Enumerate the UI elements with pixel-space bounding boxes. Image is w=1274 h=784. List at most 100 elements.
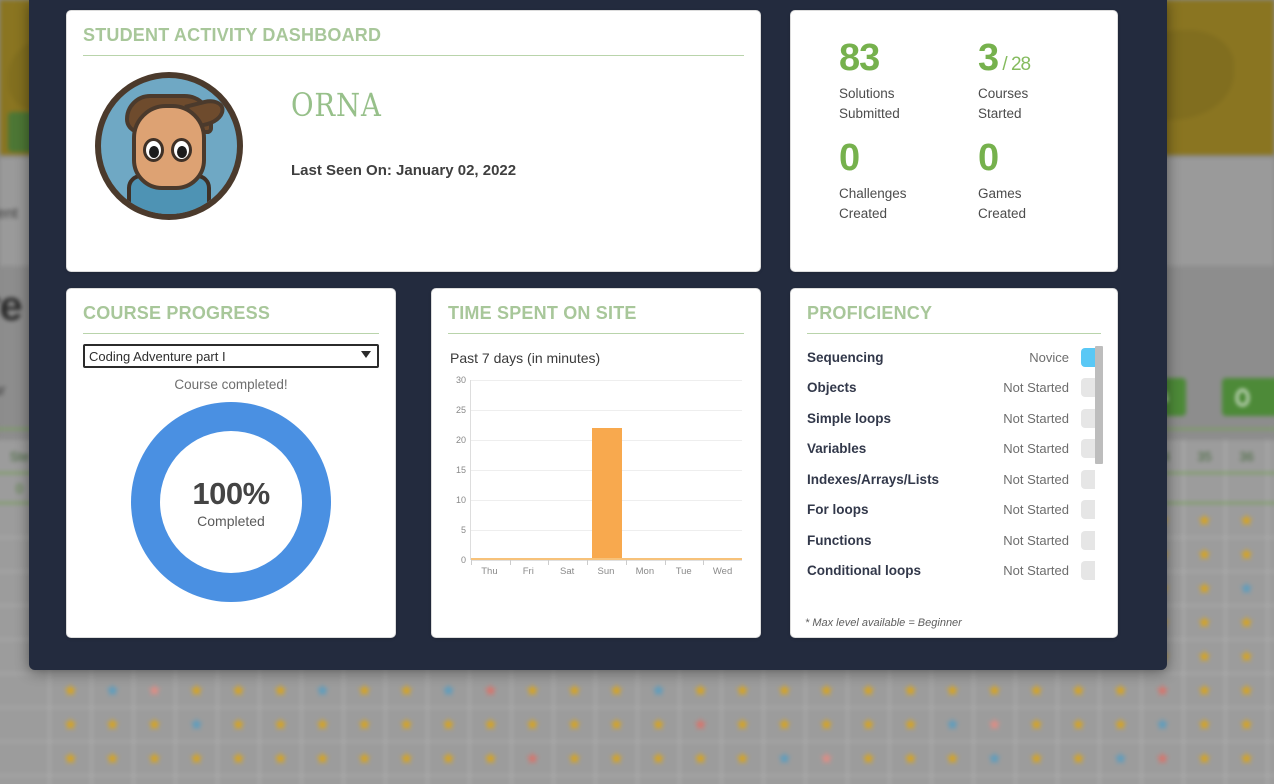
- background-nav-fragment: rent: [0, 205, 18, 222]
- chart-bar-column[interactable]: [625, 380, 665, 565]
- stat-value: 0: [839, 137, 860, 180]
- stat-denominator: / 28: [998, 54, 1031, 75]
- chart-bar-column[interactable]: [548, 380, 587, 565]
- proficiency-skill-name: Functions: [807, 532, 872, 548]
- proficiency-row: Indexes/Arrays/Lists Not Started: [807, 464, 1103, 495]
- time-spent-chart: 0 5 10 15 20 25 30 Thu Fri Sat Sun Mon Tue Wed: [444, 375, 748, 590]
- stat-value: 83: [839, 37, 880, 79]
- proficiency-note: * Max level available = Beginner: [805, 617, 962, 629]
- proficiency-level: Not Started: [1003, 532, 1069, 548]
- chart-x-tick-mark: [625, 560, 627, 565]
- proficiency-card: PROFICIENCY Sequencing Novice Objects Not S…: [790, 288, 1118, 638]
- student-name: ORNA: [291, 86, 382, 124]
- proficiency-skill-name: Sequencing: [807, 349, 884, 365]
- avatar-mouth: [180, 208, 214, 214]
- proficiency-skill-name: Simple loops: [807, 410, 892, 426]
- chart-x-tick-mark: [587, 560, 589, 565]
- chart-bar-column[interactable]: [664, 380, 704, 565]
- stat-label: Games Created: [978, 186, 1027, 221]
- chart-y-tick: 20: [455, 435, 466, 445]
- chart-x-tick-mark: [548, 560, 550, 565]
- stat-item: 0 Games Created: [978, 139, 1117, 223]
- chart-x-tick: Wed: [712, 566, 733, 577]
- course-progress-title: COURSE PROGRESS: [83, 303, 271, 323]
- chart-y-tick: 10: [455, 495, 466, 505]
- proficiency-row: Sequencing Novice: [807, 342, 1103, 373]
- proficiency-title: PROFICIENCY: [807, 303, 933, 323]
- student-activity-card: STUDENT ACTIVITY DASHBOARD ORNA Last See…: [66, 10, 761, 272]
- proficiency-skill-name: For loops: [807, 502, 869, 518]
- chart-gridline: [471, 560, 742, 561]
- course-progress-donut: 100% Completed: [131, 402, 331, 602]
- chart-caption: Past 7 days (in minutes): [450, 350, 601, 366]
- proficiency-row: For loops Not Started: [807, 495, 1103, 526]
- chart-y-tick: 0: [460, 555, 466, 565]
- chart-bar-column[interactable]: [703, 380, 742, 565]
- proficiency-level: Not Started: [1003, 471, 1069, 487]
- proficiency-level: Not Started: [1003, 441, 1069, 457]
- background-filter-label: ar: [0, 382, 6, 399]
- proficiency-skill-name: Indexes/Arrays/Lists: [807, 471, 940, 487]
- proficiency-list: Sequencing Novice Objects Not Started Simple…: [807, 342, 1103, 597]
- chart-y-tick: 25: [455, 405, 466, 415]
- stat-value: 3 / 28: [978, 37, 1031, 79]
- proficiency-level: Not Started: [1003, 502, 1069, 518]
- stat-label: Solutions Submitted: [839, 86, 900, 121]
- chart-x-tick-mark: [471, 560, 472, 565]
- lightbulb-icon: [1236, 388, 1249, 406]
- course-status-text: Course completed!: [174, 377, 288, 392]
- chart-baseline: [471, 558, 742, 560]
- course-select[interactable]: Coding Adventure part I: [83, 344, 379, 368]
- proficiency-row: Objects Not Started: [807, 373, 1103, 404]
- chart-x-tick-mark: [509, 560, 511, 565]
- chart-x-tick: Thu: [481, 566, 498, 577]
- student-dashboard-modal: STUDENT ACTIVITY DASHBOARD ORNA Last See…: [29, 0, 1167, 670]
- card-divider: [807, 333, 1101, 334]
- stat-value: 0: [978, 137, 999, 180]
- chart-y-tick: 15: [455, 465, 466, 475]
- proficiency-row: Simple loops Not Started: [807, 403, 1103, 434]
- proficiency-level: Not Started: [1003, 380, 1069, 396]
- proficiency-row: Conditional loops Not Started: [807, 556, 1103, 587]
- chart-bar[interactable]: [591, 428, 622, 560]
- stat-item: 83 Solutions Submitted: [839, 39, 978, 123]
- chart-y-tick: 5: [460, 525, 466, 535]
- avatar-eye-left: [143, 138, 164, 162]
- time-spent-card: TIME SPENT ON SITE Past 7 days (in minut…: [431, 288, 761, 638]
- student-last-seen: Last Seen On: January 02, 2022: [291, 162, 517, 179]
- stat-label: Courses Started: [978, 86, 1029, 121]
- student-card-title: STUDENT ACTIVITY DASHBOARD: [83, 25, 382, 45]
- background-hint-button[interactable]: [1222, 378, 1274, 416]
- proficiency-scrollbar-thumb[interactable]: [1095, 346, 1103, 464]
- chart-x-tick: Sat: [560, 566, 575, 577]
- chart-bar-column[interactable]: [471, 380, 510, 565]
- proficiency-skill-name: Objects: [807, 380, 857, 396]
- avatar: [95, 72, 243, 220]
- chart-bar-column[interactable]: [587, 380, 626, 565]
- student-stats-card: 83 Solutions Submitted 3 / 28 Courses Started…: [790, 10, 1118, 272]
- chart-bar-column[interactable]: [509, 380, 549, 565]
- chart-x-tick-mark: [664, 560, 666, 565]
- avatar-eye-right: [171, 138, 192, 162]
- stat-label: Challenges Created: [839, 186, 907, 221]
- stat-item: 3 / 28 Courses Started: [978, 39, 1117, 123]
- course-progress-percent: 100%: [192, 475, 270, 511]
- proficiency-row: Variables Not Started: [807, 434, 1103, 465]
- chart-x-tick: Sun: [597, 566, 615, 577]
- proficiency-skill-name: Conditional loops: [807, 563, 921, 579]
- proficiency-skill-name: Variables: [807, 441, 867, 457]
- card-divider: [83, 333, 379, 334]
- stat-item: 0 Challenges Created: [839, 139, 978, 223]
- chart-x-tick: Tue: [675, 566, 692, 577]
- chart-x-tick: Fri: [522, 566, 534, 577]
- time-spent-title: TIME SPENT ON SITE: [448, 303, 637, 323]
- course-progress-percent-sub: Completed: [197, 512, 265, 529]
- proficiency-row: Functions Not Started: [807, 525, 1103, 556]
- chart-y-tick: 30: [455, 375, 466, 385]
- proficiency-level: Not Started: [1003, 410, 1069, 426]
- proficiency-level: Not Started: [1003, 563, 1069, 579]
- chart-x-tick: Mon: [635, 566, 655, 577]
- background-page-title: re: [0, 282, 23, 329]
- proficiency-level: Novice: [1029, 349, 1069, 365]
- course-progress-card: COURSE PROGRESS Coding Adventure part I …: [66, 288, 396, 638]
